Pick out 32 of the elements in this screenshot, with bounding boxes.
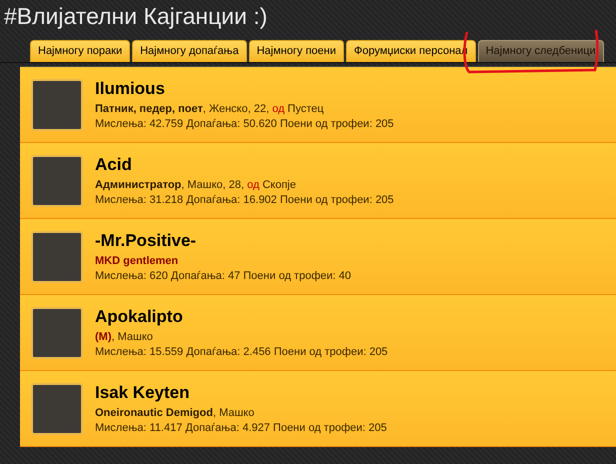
user-title: MKD gentlemen [95,254,178,266]
user-info: , Машко [112,330,153,342]
user-title: Oneironautic Demigod [95,406,213,418]
user-info: , Машко [212,406,254,418]
avatar-placeholder [31,382,83,434]
page-title: #Влијателни Кајганции :) [4,2,268,31]
from-label: од [272,102,284,114]
avatar-placeholder [31,154,83,206]
avatar-placeholder [31,78,83,130]
avatar-placeholder [31,306,83,358]
user-info: Пустец [286,102,324,114]
user-title: (M) [95,330,112,342]
user-stats: Мислења: 15.559 Допаѓања: 2.456 Поени од трофеи: 205 [95,344,388,360]
user-name[interactable]: -Mr.Positive- [95,230,351,252]
user-name[interactable]: Acid [95,154,394,176]
user-stats: Мислења: 31.218 Допаѓања: 16.902 Поени од трофеи: 205 [95,192,394,208]
user-stats: Мислења: 42.759 Допаѓања: 50.620 Поени од трофеи: 205 [95,116,394,132]
user-title: Патник, педер, поет [95,102,203,114]
user-name[interactable]: Apokalipto [95,306,388,328]
tab[interactable]: Најмногу поени [248,40,344,62]
user-title: Администратор [95,178,182,190]
user-info: Скопје [261,178,296,190]
user-info: , Женско, 22, [202,102,270,114]
tab[interactable]: Најмногу пораки [30,40,130,62]
user-stats: Мислења: 620 Допаѓања: 47 Поени од трофеи: 40 [95,268,351,284]
user-name[interactable]: Ilumious [95,78,394,100]
from-label: од [247,178,260,190]
avatar-placeholder [31,230,83,282]
tab[interactable]: Најмногу допаѓања [132,40,247,62]
user-info: , Машко, 28, [181,178,246,190]
user-stats: Мислења: 11.417 Допаѓања: 4.927 Поени од трофеи: 205 [95,420,387,436]
user-name[interactable]: Isak Keyten [95,382,387,404]
